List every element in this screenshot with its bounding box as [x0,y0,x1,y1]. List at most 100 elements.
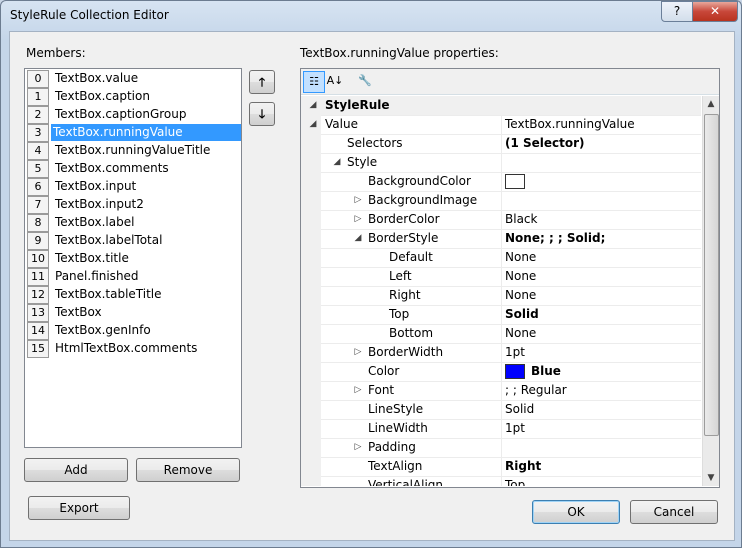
row-gutter [301,248,321,267]
categorized-icon[interactable]: ☷ [303,71,325,93]
property-value[interactable]: None [501,324,701,343]
property-value[interactable]: TextBox.runningValue [501,115,701,134]
property-name: Value [325,117,358,131]
property-row[interactable]: ▷ Font ; ; Regular [301,381,701,401]
property-value[interactable]: 1pt [501,343,701,362]
property-row[interactable]: LineWidth 1pt [301,419,701,439]
property-row[interactable]: ◢ Style [301,153,701,173]
list-item-label: TextBox.caption [55,89,150,103]
property-row[interactable]: ◢ Value TextBox.runningValue [301,115,701,135]
cancel-button[interactable]: Cancel [630,500,718,524]
property-grid-scrollbar[interactable]: ▲ ▼ [702,96,719,486]
property-row[interactable]: ▷ BorderWidth 1pt [301,343,701,363]
close-button[interactable]: ✕ [692,1,738,22]
list-item[interactable]: 0 TextBox.value [25,69,241,88]
move-down-button[interactable]: 🡓 [249,102,275,126]
remove-button[interactable]: Remove [136,458,240,482]
property-row[interactable]: TextAlign Right [301,457,701,477]
property-value[interactable]: None [501,267,701,286]
help-button[interactable]: ? [661,1,693,22]
property-value[interactable]: Blue [501,362,701,381]
property-value[interactable]: (1 Selector) [501,134,701,153]
row-gutter [301,210,321,229]
property-value[interactable]: None; ; ; Solid; [501,229,701,248]
property-name: Left [389,269,412,283]
alphabetical-icon[interactable]: A↓ [325,71,345,91]
title-bar[interactable]: StyleRule Collection Editor ? ✕ [1,1,741,31]
property-grid[interactable]: ☷ A↓ 🔧 ◢ StyleRule ◢ Value TextBox.runningVa… [300,68,720,488]
property-name: StyleRule [325,98,390,112]
property-name: Default [389,250,433,264]
property-row[interactable]: ▷ BackgroundImage [301,191,701,211]
property-row[interactable]: ◢ StyleRule [301,96,701,116]
property-row[interactable]: ▷ Padding [301,438,701,458]
move-up-button[interactable]: 🡑 [249,70,275,94]
property-value[interactable] [501,172,701,191]
property-value[interactable]: Solid [501,400,701,419]
property-value[interactable]: ; ; Regular [501,381,701,400]
expand-icon[interactable]: ▷ [352,343,364,362]
property-name: TextAlign [368,459,423,473]
list-item[interactable]: 14 TextBox.genInfo [25,321,241,340]
collapse-icon[interactable]: ◢ [352,229,364,248]
collapse-icon[interactable]: ◢ [307,115,319,134]
property-value[interactable]: 1pt [501,419,701,438]
list-item[interactable]: 5 TextBox.comments [25,159,241,178]
collapse-icon[interactable]: ◢ [331,153,343,172]
property-value-text: None; ; ; Solid; [505,231,606,245]
collapse-icon[interactable]: ◢ [307,96,319,115]
dialog-client-area: Members: 0 TextBox.value 1 TextBox.caption 2… [9,31,735,541]
property-value[interactable]: None [501,286,701,305]
list-item-label: Panel.finished [55,269,139,283]
property-value[interactable]: Black [501,210,701,229]
list-item[interactable]: 3 TextBox.runningValue [25,123,241,142]
property-row[interactable]: Left None [301,267,701,287]
property-row[interactable]: Bottom None [301,324,701,344]
property-value[interactable]: Right [501,457,701,476]
property-row[interactable]: Color Blue [301,362,701,382]
list-item-index: 9 [27,232,49,250]
list-item[interactable]: 6 TextBox.input [25,177,241,196]
list-item[interactable]: 2 TextBox.captionGroup [25,105,241,124]
list-item[interactable]: 4 TextBox.runningValueTitle [25,141,241,160]
list-item[interactable]: 1 TextBox.caption [25,87,241,106]
property-pages-icon[interactable]: 🔧 [355,71,375,91]
property-row[interactable]: Top Solid [301,305,701,325]
property-value[interactable]: Top [501,476,701,486]
add-button[interactable]: Add [24,458,128,482]
list-item[interactable]: 15 HtmlTextBox.comments [25,339,241,358]
property-value-text: Top [505,478,526,486]
scroll-up-icon[interactable]: ▲ [703,96,719,112]
property-value[interactable] [501,153,701,172]
property-row[interactable]: Default None [301,248,701,268]
expand-icon[interactable]: ▷ [352,438,364,457]
property-row[interactable]: Selectors (1 Selector) [301,134,701,154]
color-swatch [505,174,525,189]
expand-icon[interactable]: ▷ [352,191,364,210]
list-item[interactable]: 12 TextBox.tableTitle [25,285,241,304]
list-item[interactable]: 13 TextBox [25,303,241,322]
export-button[interactable]: Export [28,496,130,520]
scroll-down-icon[interactable]: ▼ [703,470,719,486]
property-row[interactable]: VerticalAlign Top [301,476,701,486]
list-item[interactable]: 7 TextBox.input2 [25,195,241,214]
list-item-label: TextBox.label [55,215,135,229]
list-item[interactable]: 10 TextBox.title [25,249,241,268]
property-row[interactable]: LineStyle Solid [301,400,701,420]
members-list[interactable]: 0 TextBox.value 1 TextBox.caption 2 TextBox.c… [24,68,242,448]
property-value[interactable]: Solid [501,305,701,324]
list-item[interactable]: 8 TextBox.label [25,213,241,232]
list-item[interactable]: 9 TextBox.labelTotal [25,231,241,250]
scroll-thumb[interactable] [704,114,719,436]
property-value[interactable] [501,191,701,210]
property-row[interactable]: ▷ BorderColor Black [301,210,701,230]
property-row[interactable]: ◢ BorderStyle None; ; ; Solid; [301,229,701,249]
list-item[interactable]: 11 Panel.finished [25,267,241,286]
property-row[interactable]: BackgroundColor [301,172,701,192]
expand-icon[interactable]: ▷ [352,381,364,400]
property-value[interactable] [501,438,701,457]
ok-button[interactable]: OK [532,500,620,524]
property-row[interactable]: Right None [301,286,701,306]
expand-icon[interactable]: ▷ [352,210,364,229]
property-value[interactable]: None [501,248,701,267]
